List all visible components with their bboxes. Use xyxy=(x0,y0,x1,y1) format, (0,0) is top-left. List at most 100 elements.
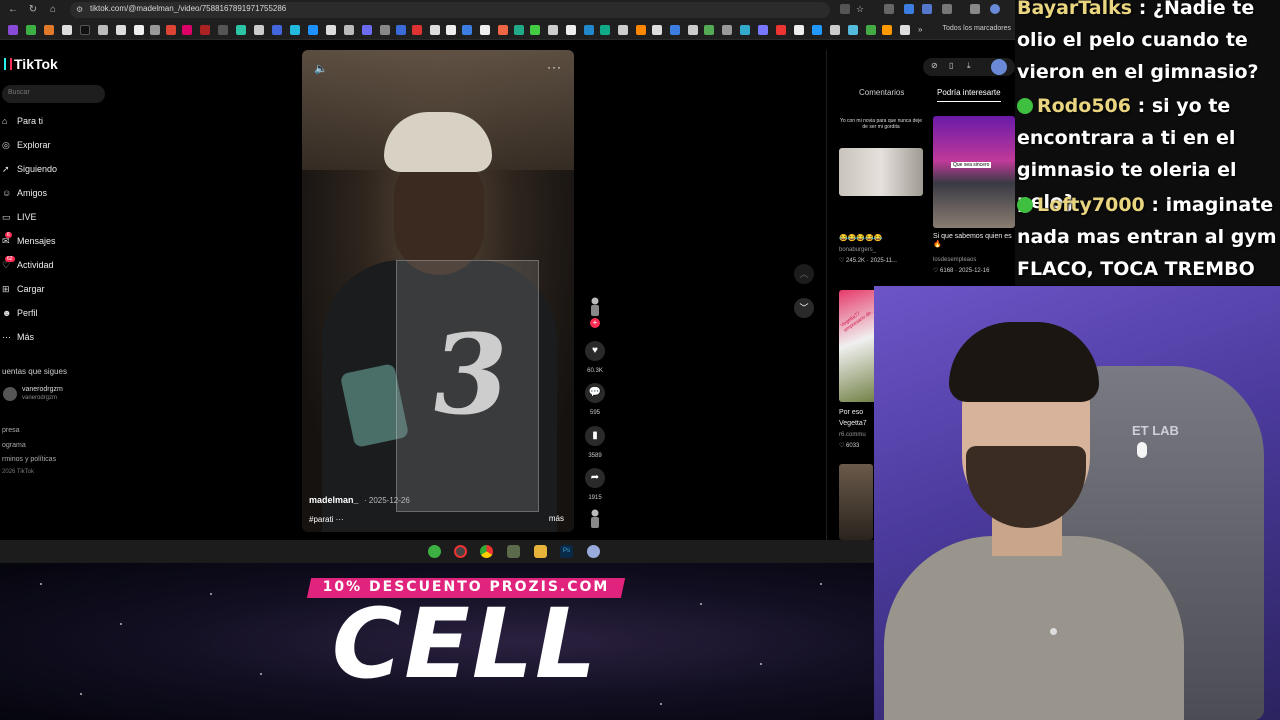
bookmark-icon[interactable] xyxy=(530,25,540,35)
like-button[interactable]: ♥ xyxy=(585,341,605,361)
bookmark-icon[interactable] xyxy=(600,25,610,35)
app-icon[interactable] xyxy=(428,545,441,558)
bookmark-icon[interactable] xyxy=(182,25,192,35)
nav-explorar[interactable]: ◎ Explorar xyxy=(2,140,102,156)
bookmark-icon[interactable] xyxy=(200,25,210,35)
follow-plus-icon[interactable]: + xyxy=(590,318,600,328)
avatar[interactable] xyxy=(991,59,1007,75)
search-input[interactable]: Buscar xyxy=(2,85,105,103)
bookmark-icon[interactable] xyxy=(166,25,176,35)
share-button[interactable]: ➦ xyxy=(585,468,605,488)
compass-icon[interactable]: ⊘ xyxy=(931,61,938,70)
nav-actividad[interactable]: ♡ 62 Actividad xyxy=(2,256,102,276)
chrome-icon[interactable] xyxy=(480,545,493,558)
more-options-icon[interactable]: ··· xyxy=(547,60,562,74)
bookmark-icon[interactable] xyxy=(326,25,336,35)
card-author[interactable]: bonaburgers_ xyxy=(839,247,876,253)
bookmark-icon[interactable] xyxy=(636,25,646,35)
app-icon[interactable] xyxy=(507,545,520,558)
bookmark-icon[interactable] xyxy=(462,25,472,35)
suggested-video-card[interactable]: Yo con mi novia para que nunca deje de s… xyxy=(839,114,923,274)
bookmark-icon[interactable] xyxy=(308,25,318,35)
video-player[interactable]: 3 🔈 ··· madelman_ · 2025-12-26 #parati ·… xyxy=(302,50,574,532)
footer-link-programa[interactable]: ograma xyxy=(2,442,26,449)
previous-video-button[interactable]: ︿ xyxy=(794,264,814,284)
bookmark-icon[interactable] xyxy=(882,25,892,35)
video-caption[interactable]: #parati ··· xyxy=(309,515,344,524)
bookmark-icon[interactable] xyxy=(290,25,300,35)
following-account-name[interactable]: vanerodrgzm xyxy=(22,386,63,393)
footer-link-empresa[interactable]: presa xyxy=(2,427,20,434)
bookmark-icon[interactable] xyxy=(722,25,732,35)
bookmark-icon[interactable] xyxy=(688,25,698,35)
profile-avatar[interactable] xyxy=(990,4,1000,14)
suggested-video-card[interactable] xyxy=(839,464,873,540)
bookmark-star-icon[interactable]: ☆ xyxy=(856,4,866,14)
tiktok-logo[interactable]: TikTok xyxy=(4,56,58,72)
bookmark-icon[interactable] xyxy=(446,25,456,35)
bookmark-icon[interactable] xyxy=(652,25,662,35)
extension-icon[interactable] xyxy=(884,4,894,14)
bookmark-icon[interactable] xyxy=(412,25,422,35)
bookmark-icon[interactable] xyxy=(740,25,750,35)
nav-mas[interactable]: ⋯ Más xyxy=(2,332,102,348)
bookmark-icon[interactable] xyxy=(98,25,108,35)
app-icon[interactable] xyxy=(454,545,467,558)
menu-icon[interactable] xyxy=(970,4,980,14)
bookmark-icon[interactable] xyxy=(758,25,768,35)
nav-live[interactable]: ▭ LIVE xyxy=(2,212,102,228)
avatar[interactable] xyxy=(3,387,17,401)
tab-podria-interesarte[interactable]: Podría interesarte xyxy=(937,88,1001,102)
bookmark-icon[interactable] xyxy=(514,25,524,35)
bookmark-icon[interactable] xyxy=(480,25,490,35)
folder-icon[interactable] xyxy=(534,545,547,558)
nav-cargar[interactable]: ⊞ Cargar xyxy=(2,284,102,300)
bookmark-icon[interactable] xyxy=(134,25,144,35)
all-bookmarks[interactable]: Todos los marcadores xyxy=(943,25,1011,32)
bookmark-icon[interactable] xyxy=(44,25,54,35)
address-field[interactable]: ⚙ tiktok.com/@madelman_/video/7588167891… xyxy=(70,2,830,18)
bookmark-icon[interactable] xyxy=(670,25,680,35)
bookmark-icon[interactable] xyxy=(848,25,858,35)
bookmark-icon[interactable] xyxy=(430,25,440,35)
bookmark-icon[interactable] xyxy=(794,25,804,35)
caption-more-link[interactable]: más xyxy=(549,514,564,523)
bookmark-icon[interactable] xyxy=(830,25,840,35)
puzzle-icon[interactable] xyxy=(942,4,952,14)
reload-icon[interactable]: ↻ xyxy=(26,3,40,17)
footer-link-terminos[interactable]: rminos y políticas xyxy=(2,456,56,463)
bookmark-icon[interactable] xyxy=(62,25,72,35)
bookmark-icon[interactable] xyxy=(254,25,264,35)
save-button[interactable]: ▮ xyxy=(585,426,605,446)
bookmark-icon[interactable] xyxy=(344,25,354,35)
bookmark-icon[interactable] xyxy=(498,25,508,35)
screen-share-icon[interactable] xyxy=(840,4,850,14)
bookmark-icon[interactable] xyxy=(272,25,282,35)
nav-mensajes[interactable]: ✉ 6 Mensajes xyxy=(2,232,102,252)
bookmark-icon[interactable] xyxy=(866,25,876,35)
bookmark-icon[interactable] xyxy=(26,25,36,35)
tab-comentarios[interactable]: Comentarios xyxy=(859,88,904,97)
download-icon[interactable]: ⤓ xyxy=(967,61,971,71)
card-author[interactable]: losdesempleaos xyxy=(933,257,976,263)
bookmark-icon[interactable] xyxy=(380,25,390,35)
nav-para-ti[interactable]: ⌂ Para ti xyxy=(2,116,102,132)
extension-icon[interactable] xyxy=(904,4,914,14)
bookmark-icon[interactable] xyxy=(396,25,406,35)
music-disc-icon[interactable] xyxy=(586,508,604,530)
card-author[interactable]: r6.commu xyxy=(839,432,866,438)
creator-avatar[interactable] xyxy=(586,296,604,318)
nav-amigos[interactable]: ☺ Amigos xyxy=(2,188,102,204)
bookmark-icon[interactable] xyxy=(584,25,594,35)
photoshop-icon[interactable]: Ps xyxy=(560,545,573,558)
bookmark-icon[interactable] xyxy=(150,25,160,35)
bookmark-icon[interactable] xyxy=(218,25,228,35)
more-bookmarks-icon[interactable]: » xyxy=(918,25,928,35)
next-video-button[interactable]: ﹀ xyxy=(794,298,814,318)
bookmark-icon[interactable] xyxy=(618,25,628,35)
suggested-video-card[interactable]: Que sea sincero Si que sabemos quien es🔥… xyxy=(933,116,1015,280)
extension-icon[interactable] xyxy=(922,4,932,14)
bookmark-icon[interactable] xyxy=(236,25,246,35)
bookmark-icon[interactable] xyxy=(116,25,126,35)
bookmark-icon[interactable] xyxy=(776,25,786,35)
